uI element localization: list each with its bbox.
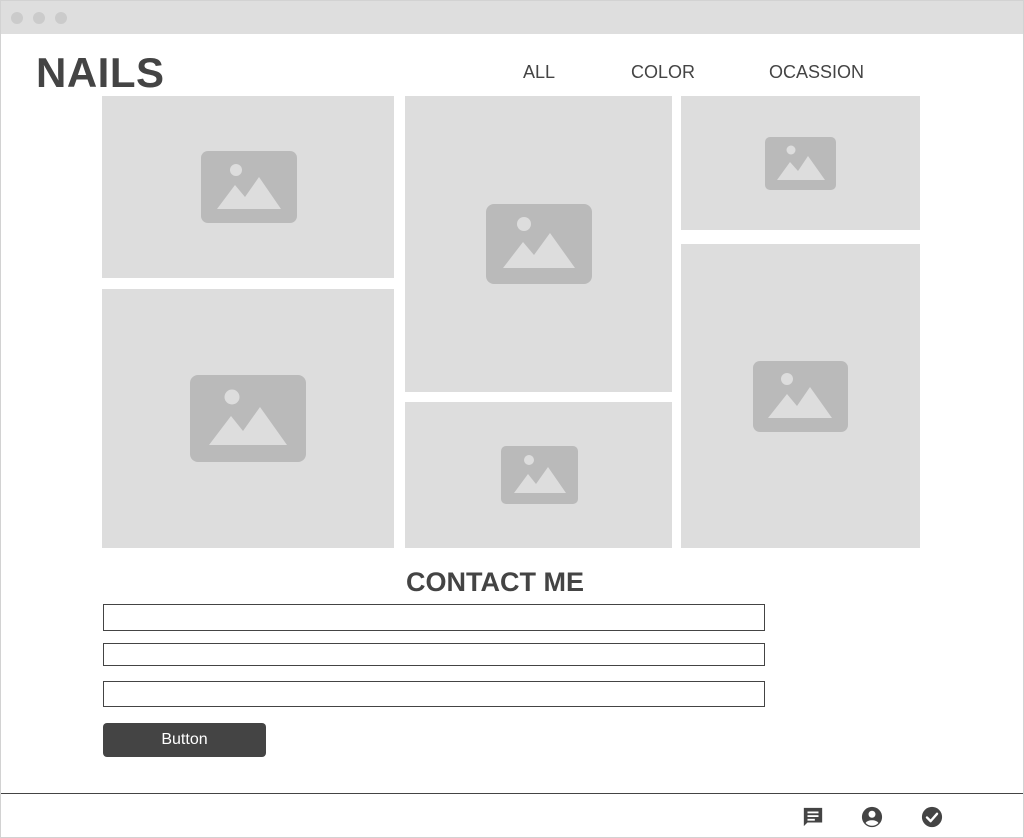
title-bar xyxy=(1,1,1023,34)
gallery-image[interactable] xyxy=(681,96,920,230)
image-placeholder-icon xyxy=(765,137,836,190)
image-placeholder-icon xyxy=(190,375,306,462)
image-placeholder-icon xyxy=(201,151,297,223)
gallery-image[interactable] xyxy=(102,96,394,278)
gallery-image[interactable] xyxy=(405,96,672,392)
nav-item-color[interactable]: COLOR xyxy=(631,61,695,83)
contact-field-3[interactable] xyxy=(103,681,765,707)
submit-button[interactable]: Button xyxy=(103,723,266,757)
site-logo[interactable]: NAILS xyxy=(36,49,165,97)
window-maximize-dot[interactable] xyxy=(55,12,67,24)
chat-icon[interactable] xyxy=(802,806,824,828)
footer-bar xyxy=(1,793,1023,837)
submit-button-label: Button xyxy=(161,731,208,748)
gallery-image[interactable] xyxy=(405,402,672,548)
contact-title: CONTACT ME xyxy=(406,567,584,597)
gallery-image[interactable] xyxy=(102,289,394,548)
image-placeholder-icon xyxy=(486,204,592,284)
account-icon[interactable] xyxy=(861,806,883,828)
browser-window: NAILS ALL COLOR OCASSION CONTACT ME Butt… xyxy=(0,0,1024,838)
contact-field-1[interactable] xyxy=(103,604,765,631)
window-minimize-dot[interactable] xyxy=(33,12,45,24)
image-placeholder-icon xyxy=(501,446,578,504)
image-placeholder-icon xyxy=(753,361,848,432)
window-close-dot[interactable] xyxy=(11,12,23,24)
nav-item-all[interactable]: ALL xyxy=(523,61,555,83)
check-circle-icon[interactable] xyxy=(921,806,943,828)
contact-field-2[interactable] xyxy=(103,643,765,666)
gallery-image[interactable] xyxy=(681,244,920,548)
nav-item-ocassion[interactable]: OCASSION xyxy=(769,61,864,83)
